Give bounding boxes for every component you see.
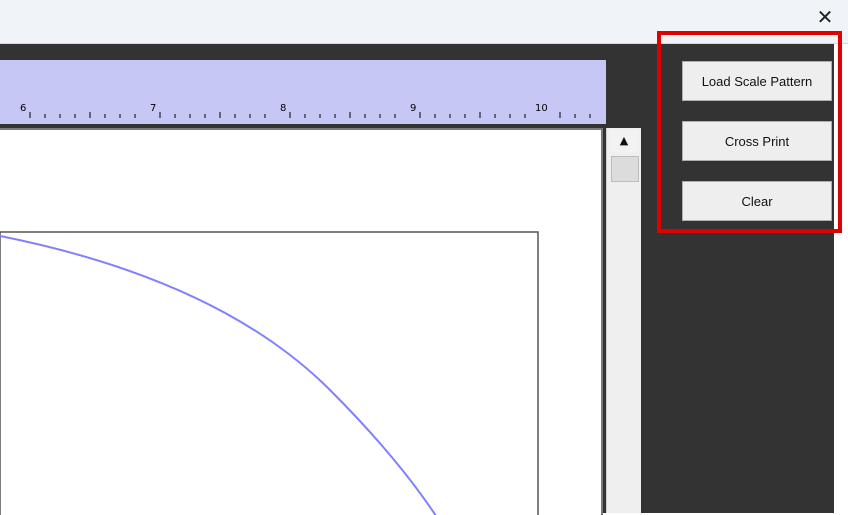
- ruler-label: 7: [150, 103, 156, 114]
- ruler-ticks: [29, 112, 591, 118]
- scroll-up-icon[interactable]: ▲: [609, 130, 639, 152]
- ruler-graphic: 6 7 8 9 10: [20, 103, 591, 118]
- clear-button[interactable]: Clear: [682, 181, 832, 221]
- ruler-label: 10: [535, 103, 548, 114]
- title-bar: ✕: [0, 0, 848, 44]
- cross-print-button[interactable]: Cross Print: [682, 121, 832, 161]
- ruler-label: 8: [280, 103, 286, 114]
- scroll-thumb[interactable]: [611, 156, 639, 182]
- canvas-drawing: [0, 231, 539, 515]
- close-icon[interactable]: ✕: [812, 4, 838, 30]
- vertical-scrollbar[interactable]: ▲: [606, 128, 641, 513]
- scale-arc: [0, 235, 437, 515]
- drawing-canvas[interactable]: [0, 128, 603, 515]
- load-scale-pattern-button[interactable]: Load Scale Pattern: [682, 61, 832, 101]
- ruler-label: 6: [20, 103, 26, 114]
- window-edge: [834, 44, 848, 513]
- page-outline: [0, 231, 539, 515]
- ruler-label: 9: [410, 103, 416, 114]
- horizontal-ruler: 6 7 8 9 10: [0, 60, 606, 124]
